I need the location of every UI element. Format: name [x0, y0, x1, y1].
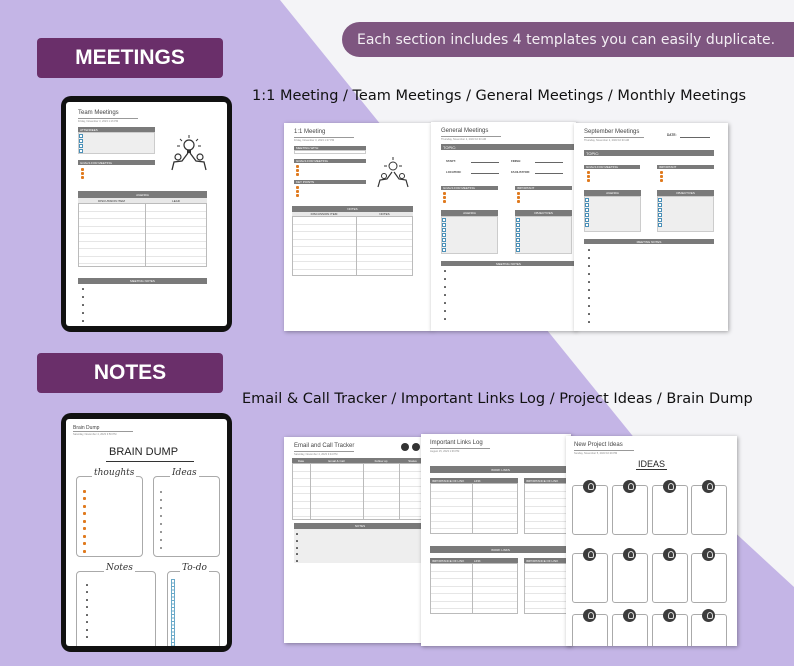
lightbulb-icon [623, 480, 636, 493]
page-date: Sunday, November 5, 2023 10:29 PM [574, 450, 634, 455]
page-title: New Project Ideas [574, 442, 623, 448]
ideas-label: Ideas [170, 468, 199, 478]
brain-dump-heading: BRAIN DUMP [109, 446, 179, 458]
lightbulb-icon [663, 609, 676, 622]
brain-dump-page: Brain Dump Saturday, November 4, 2023 3:… [66, 419, 227, 646]
page-date: Friday, November 3, 2023 1:16 PM [78, 118, 138, 123]
date-label: DATE: [667, 133, 677, 137]
meetings-badge: MEETINGS [37, 38, 223, 78]
goals-header: GOALS FOR MEETING [441, 186, 498, 190]
agenda-header: AGENDA [78, 191, 207, 198]
lightbulb-icon [663, 480, 676, 493]
finish-label: FINISH: [511, 159, 522, 163]
page-title: Team Meetings [78, 110, 119, 116]
page-date: Thursday, November 2, 2023 10:33 AM [441, 136, 501, 141]
work-links-header: WORK LINKS [430, 546, 571, 553]
key-points-header: KEY POINTS [294, 180, 366, 184]
phone-icon [401, 443, 409, 451]
page-date: Saturday, November 4, 2023 3:50 PM [73, 431, 133, 436]
lightbulb-icon [583, 548, 596, 561]
one-on-one-meeting-page: 1:1 Meeting Friday, November 3, 2023 1:3… [284, 123, 432, 331]
lightbulb-icon [583, 480, 596, 493]
new-project-ideas-page: New Project Ideas Sunday, November 5, 20… [566, 436, 737, 646]
lightbulb-icon [583, 609, 596, 622]
team-highfive-icon [171, 135, 207, 171]
email-icon [412, 443, 420, 451]
notes-subtitle: Email & Call Tracker / Important Links L… [242, 391, 753, 407]
thoughts-label: thoughts [92, 468, 137, 478]
page-title: General Meetings [441, 128, 489, 134]
topic-bar: TOPIC: [441, 144, 576, 150]
meeting-notes-header: MEETING NOTES [441, 261, 576, 266]
facilitator-label: FACILITATOR: [511, 170, 530, 174]
team-meetings-page: Team Meetings Friday, November 3, 2023 1… [66, 102, 227, 326]
location-label: LOCATION: [446, 170, 462, 174]
notes-label: Notes [104, 563, 135, 573]
goals-header: GOALS FOR MEETING [78, 160, 155, 165]
email-call-tracker-page: Email and Call Tracker Saturday, Novembe… [284, 437, 426, 643]
important-links-log-page: Important Links Log August 15, 2023 1:36… [421, 434, 571, 646]
page-title: Important Links Log [430, 440, 483, 446]
lightbulb-icon [702, 609, 715, 622]
september-meetings-page: September Meetings Thursday, November 2,… [574, 123, 728, 331]
page-date: Saturday, November 4, 2023 3:44 PM [294, 451, 354, 456]
page-date: Friday, November 3, 2023 1:37 PM [294, 137, 354, 142]
meeting-notes-header: MEETING NOTES [78, 278, 207, 284]
page-date: Thursday, November 2, 2023 10:33 AM [584, 137, 644, 142]
work-links-header: WORK LINKS [430, 466, 571, 473]
todo-label: To-do [180, 563, 209, 573]
info-pill: Each section includes 4 templates you ca… [342, 22, 794, 57]
meetings-tablet: Team Meetings Friday, November 3, 2023 1… [61, 96, 232, 332]
meeting-notes-header: MEETING NOTES [584, 239, 714, 244]
lightbulb-icon [623, 609, 636, 622]
notes-badge: NOTES [37, 353, 223, 393]
page-title: 1:1 Meeting [294, 129, 326, 135]
page-date: August 15, 2023 1:36 PM [430, 448, 490, 453]
goals-header: GOALS FOR MEETING [584, 165, 640, 169]
lightbulb-icon [702, 480, 715, 493]
lightbulb-icon [702, 548, 715, 561]
important-header: IMPORTANT [657, 165, 714, 169]
page-title: Email and Call Tracker [294, 443, 355, 449]
notes-tablet: Brain Dump Saturday, November 4, 2023 3:… [61, 413, 232, 652]
goals-header: GOALS FOR MEETING [294, 159, 366, 163]
lightbulb-icon [623, 548, 636, 561]
ideas-heading: IDEAS [636, 459, 668, 470]
team-highfive-icon [377, 157, 409, 188]
important-header: IMPORTANT [515, 186, 572, 190]
page-title: September Meetings [584, 129, 640, 135]
topic-bar: TOPIC: [584, 150, 714, 156]
lightbulb-icon [663, 548, 676, 561]
general-meetings-page: General Meetings Thursday, November 2, 2… [431, 122, 576, 331]
meetings-subtitle: 1:1 Meeting / Team Meetings / General Me… [252, 88, 747, 104]
start-label: START: [446, 159, 456, 163]
